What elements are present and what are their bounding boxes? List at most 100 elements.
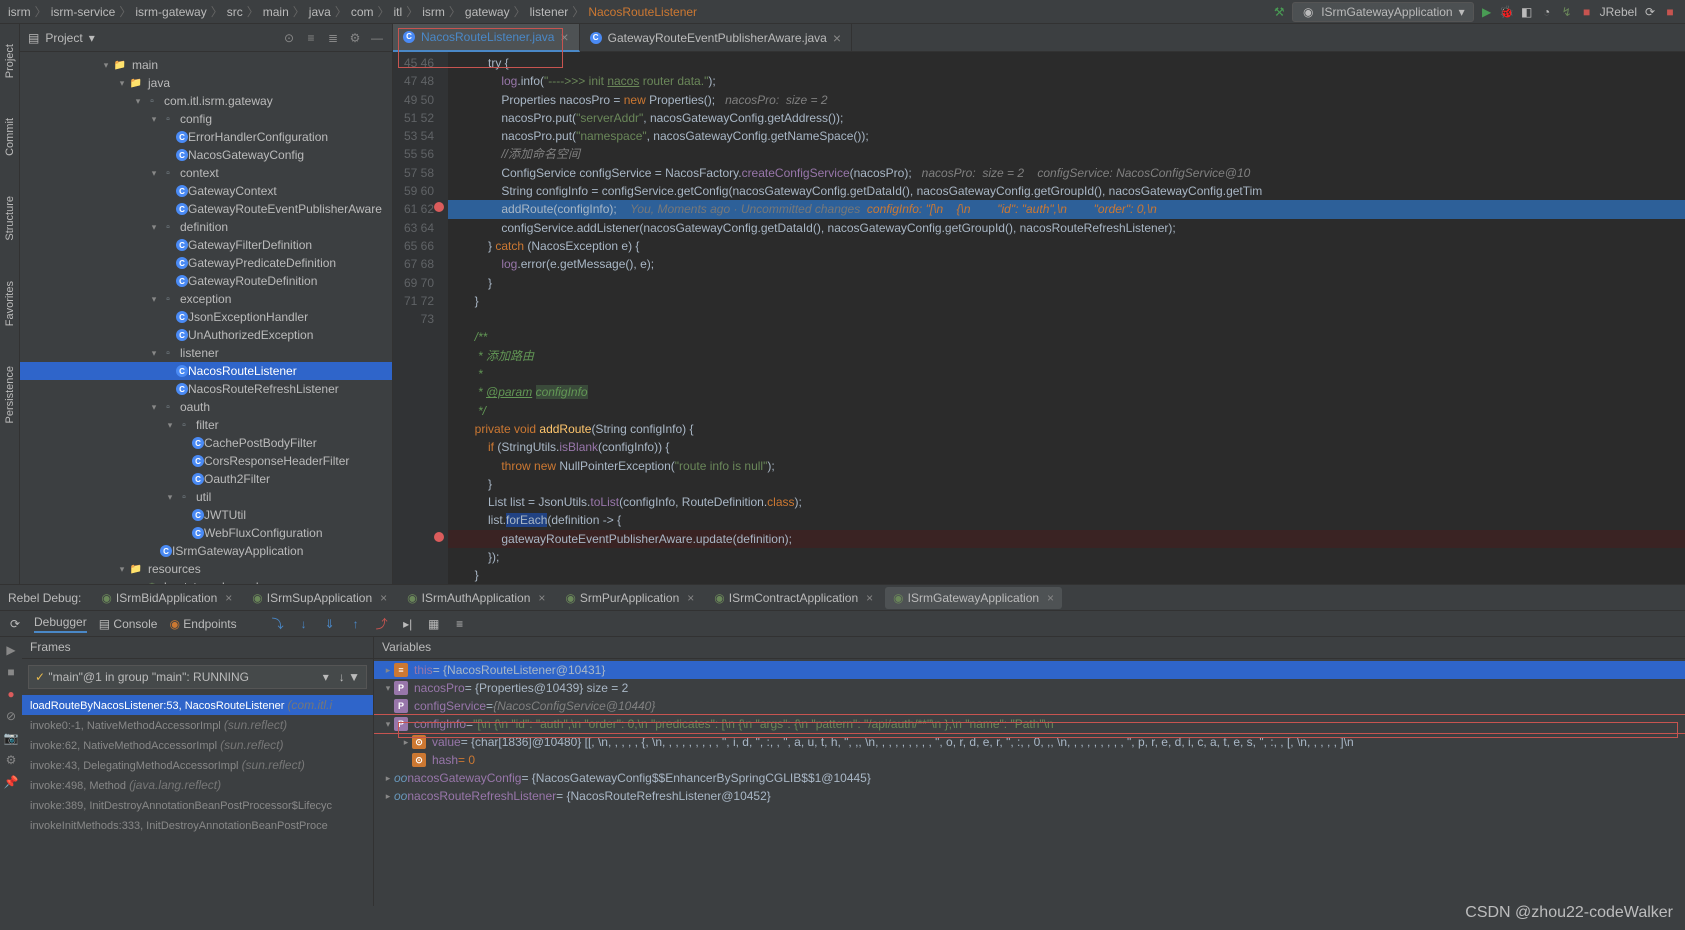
tree-oauth[interactable]: ▾▫oauth: [20, 398, 392, 416]
tree-com.itl.isrm.gateway[interactable]: ▾▫com.itl.isrm.gateway: [20, 92, 392, 110]
profile-icon[interactable]: ◔: [1540, 5, 1554, 19]
frame-item[interactable]: loadRouteByNacosListener:53, NacosRouteL…: [22, 695, 373, 715]
breadcrumb-item[interactable]: listener: [530, 5, 569, 19]
tree-config[interactable]: ▾▫config: [20, 110, 392, 128]
breadcrumb-item[interactable]: isrm-gateway: [135, 5, 206, 19]
var-nacosPro[interactable]: ▾PnacosPro = {Properties@10439} size = 2: [374, 679, 1685, 697]
hide-icon[interactable]: —: [370, 31, 384, 45]
var-hash[interactable]: ⊙hash = 0: [374, 751, 1685, 769]
breadcrumb-item[interactable]: isrm-service: [51, 5, 116, 19]
step-out-icon[interactable]: ↑: [349, 617, 363, 631]
tree-WebFluxConfiguration[interactable]: C WebFluxConfiguration: [20, 524, 392, 542]
var-nacosRouteRefreshListener[interactable]: ▸oo nacosRouteRefreshListener = {NacosRo…: [374, 787, 1685, 805]
tree-UnAuthorizedException[interactable]: C UnAuthorizedException: [20, 326, 392, 344]
tree-exception[interactable]: ▾▫exception: [20, 290, 392, 308]
tree-JsonExceptionHandler[interactable]: C JsonExceptionHandler: [20, 308, 392, 326]
step-into-icon[interactable]: ↓: [297, 617, 311, 631]
tree-listener[interactable]: ▾▫listener: [20, 344, 392, 362]
run-to-cursor-icon[interactable]: ▸|: [401, 617, 415, 631]
frame-item[interactable]: invoke0:-1, NativeMethodAccessorImpl (su…: [22, 715, 373, 735]
tree-java[interactable]: ▾📁java: [20, 74, 392, 92]
gear-icon[interactable]: ⚙: [4, 753, 18, 767]
close-icon[interactable]: ×: [833, 30, 841, 46]
tree-NacosGatewayConfig[interactable]: C NacosGatewayConfig: [20, 146, 392, 164]
run-icon[interactable]: ▶: [1480, 5, 1494, 19]
tree-ErrorHandlerConfiguration[interactable]: C ErrorHandlerConfiguration: [20, 128, 392, 146]
code-content[interactable]: try { log.info("---->>> init nacos route…: [448, 52, 1685, 584]
mute-bp-icon[interactable]: ⊘: [4, 709, 18, 723]
tree-NacosRouteListener[interactable]: C NacosRouteListener: [20, 362, 392, 380]
breadcrumb-item[interactable]: java: [309, 5, 331, 19]
var-this[interactable]: ▸≡this = {NacosRouteListener@10431}: [374, 661, 1685, 679]
debugger-tab[interactable]: Debugger: [34, 615, 87, 633]
restart-icon[interactable]: ⟳: [8, 617, 22, 631]
frame-item[interactable]: invokeInitMethods:333, InitDestroyAnnota…: [22, 815, 373, 835]
runtab-ISrmAuthApplication[interactable]: ◉ISrmAuthApplication×: [399, 587, 553, 609]
frame-item[interactable]: invoke:62, NativeMethodAccessorImpl (sun…: [22, 735, 373, 755]
var-configService[interactable]: PconfigService = {NacosConfigService@104…: [374, 697, 1685, 715]
drop-frame-icon[interactable]: ⤴: [375, 617, 389, 631]
pin-icon[interactable]: 📌: [4, 775, 18, 789]
tab-GatewayRouteEventPublisherAware.java[interactable]: CGatewayRouteEventPublisherAware.java×: [580, 24, 852, 52]
tree-bootstrap-dev.yml[interactable]: ⚙bootstrap-dev.yml: [20, 578, 392, 584]
tree-GatewayRouteEventPublisherAware[interactable]: C GatewayRouteEventPublisherAware: [20, 200, 392, 218]
resume-icon[interactable]: ▶: [4, 643, 18, 657]
runtab-ISrmGatewayApplication[interactable]: ◉ISrmGatewayApplication×: [885, 587, 1062, 609]
runtab-ISrmContractApplication[interactable]: ◉ISrmContractApplication×: [706, 587, 881, 609]
select-opened-icon[interactable]: ⊙: [282, 31, 296, 45]
tree-CorsResponseHeaderFilter[interactable]: C CorsResponseHeaderFilter: [20, 452, 392, 470]
breadcrumb-item[interactable]: isrm: [422, 5, 445, 19]
force-step-icon[interactable]: ⇓: [323, 617, 337, 631]
tree-resources[interactable]: ▾📁resources: [20, 560, 392, 578]
breadcrumb-item[interactable]: NacosRouteListener: [588, 5, 697, 19]
chevron-down-icon[interactable]: ▾: [89, 31, 95, 45]
var-value[interactable]: ▸⊙value = {char[1836]@10480} [[, \n, , ,…: [374, 733, 1685, 751]
runtab-SrmPurApplication[interactable]: ◉SrmPurApplication×: [557, 587, 702, 609]
tree-GatewayRouteDefinition[interactable]: C GatewayRouteDefinition: [20, 272, 392, 290]
code-area[interactable]: 45 46 47 48 49 50 51 52 53 54 55 56 57 5…: [393, 52, 1685, 584]
frame-list[interactable]: loadRouteByNacosListener:53, NacosRouteL…: [22, 695, 373, 906]
breadcrumb-item[interactable]: src: [227, 5, 243, 19]
jrebel-stop-icon[interactable]: ■: [1663, 5, 1677, 19]
var-list[interactable]: ▸≡this = {NacosRouteListener@10431}▾Pnac…: [374, 659, 1685, 906]
runtab-ISrmBidApplication[interactable]: ◉ISrmBidApplication×: [93, 587, 240, 609]
tree-GatewayFilterDefinition[interactable]: C GatewayFilterDefinition: [20, 236, 392, 254]
tree-main[interactable]: ▾📁main: [20, 56, 392, 74]
debug-icon[interactable]: 🐞: [1500, 5, 1514, 19]
trace-icon[interactable]: ≡: [453, 617, 467, 631]
step-over-icon[interactable]: ⤵: [271, 617, 285, 631]
breadcrumb-item[interactable]: itl: [394, 5, 403, 19]
attach-icon[interactable]: ↯: [1560, 5, 1574, 19]
breadcrumb-item[interactable]: gateway: [465, 5, 510, 19]
breakpoint-icon[interactable]: [434, 202, 444, 212]
side-tab-structure[interactable]: Structure: [4, 196, 16, 241]
runtab-ISrmSupApplication[interactable]: ◉ISrmSupApplication×: [244, 587, 395, 609]
console-tab[interactable]: ▤ Console: [99, 617, 158, 631]
endpoints-tab[interactable]: ◉ Endpoints: [169, 617, 236, 631]
breadcrumb-item[interactable]: main: [263, 5, 289, 19]
breadcrumb-item[interactable]: com: [351, 5, 374, 19]
expand-icon[interactable]: ≡: [304, 31, 318, 45]
tree-Oauth2Filter[interactable]: C Oauth2Filter: [20, 470, 392, 488]
side-tab-persistence[interactable]: Persistence: [4, 366, 16, 423]
evaluate-icon[interactable]: ▦: [427, 617, 441, 631]
view-bp-icon[interactable]: ●: [4, 687, 18, 701]
gear-icon[interactable]: ⚙: [348, 31, 362, 45]
frame-item[interactable]: invoke:43, DelegatingMethodAccessorImpl …: [22, 755, 373, 775]
frame-item[interactable]: invoke:498, Method (java.lang.reflect): [22, 775, 373, 795]
thread-dropdown[interactable]: ✓ "main"@1 in group "main": RUNNING ▾ ↓ …: [28, 665, 367, 689]
tree-NacosRouteRefreshListener[interactable]: C NacosRouteRefreshListener: [20, 380, 392, 398]
tree-GatewayPredicateDefinition[interactable]: C GatewayPredicateDefinition: [20, 254, 392, 272]
tree-ISrmGatewayApplication[interactable]: C ISrmGatewayApplication: [20, 542, 392, 560]
run-config-dropdown[interactable]: ◉ ISrmGatewayApplication ▾: [1292, 2, 1473, 22]
breakpoint-icon[interactable]: [434, 532, 444, 542]
coverage-icon[interactable]: ◧: [1520, 5, 1534, 19]
collapse-icon[interactable]: ≣: [326, 31, 340, 45]
stop-icon[interactable]: ■: [4, 665, 18, 679]
jrebel-label[interactable]: JRebel: [1600, 5, 1637, 19]
breadcrumb-item[interactable]: isrm: [8, 5, 31, 19]
tree-GatewayContext[interactable]: C GatewayContext: [20, 182, 392, 200]
var-nacosGatewayConfig[interactable]: ▸oo nacosGatewayConfig = {NacosGatewayCo…: [374, 769, 1685, 787]
tab-NacosRouteListener.java[interactable]: CNacosRouteListener.java×: [393, 24, 580, 52]
jrebel-icon[interactable]: ⟳: [1643, 5, 1657, 19]
